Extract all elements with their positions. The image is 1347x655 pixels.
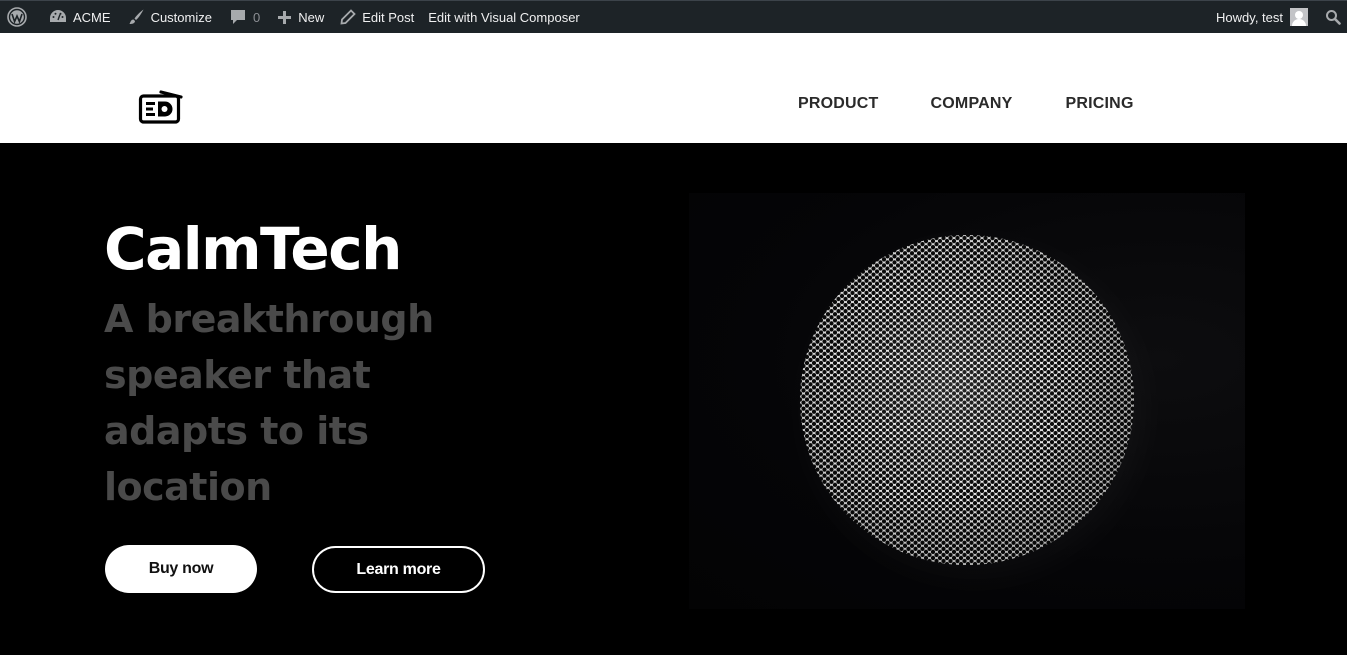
radio-logo-icon[interactable] xyxy=(137,86,183,126)
hero-section: CalmTech A breakthrough speaker that ada… xyxy=(0,143,1347,655)
dashboard-icon xyxy=(49,9,67,25)
learn-more-button[interactable]: Learn more xyxy=(312,546,485,593)
pencil-icon xyxy=(340,9,357,25)
user-avatar-icon xyxy=(1290,8,1308,26)
plus-icon xyxy=(277,10,292,25)
main-nav: PRODUCT COMPANY PRICING xyxy=(798,95,1134,113)
customize-label: Customize xyxy=(150,9,212,25)
hero-subtitle: A breakthrough speaker that adapts to it… xyxy=(104,297,434,509)
comment-icon xyxy=(229,8,247,26)
howdy-label: Howdy, test xyxy=(1216,9,1283,25)
search-icon xyxy=(1325,9,1341,25)
site-header: PRODUCT COMPANY PRICING xyxy=(0,33,1347,143)
comments-link[interactable]: 0 xyxy=(222,1,267,34)
brush-icon xyxy=(127,8,145,26)
speaker-image xyxy=(689,193,1245,609)
edit-post-link[interactable]: Edit Post xyxy=(333,1,421,34)
buy-now-button[interactable]: Buy now xyxy=(105,545,257,593)
speaker-grille xyxy=(800,235,1134,565)
new-label: New xyxy=(298,9,325,25)
comments-count: 0 xyxy=(252,9,261,25)
hero-title: CalmTech xyxy=(104,215,402,283)
nav-company[interactable]: COMPANY xyxy=(931,95,1013,113)
wp-logo-button[interactable] xyxy=(0,1,34,34)
site-name-menu[interactable]: ACME xyxy=(42,1,118,34)
nav-pricing[interactable]: PRICING xyxy=(1066,95,1134,113)
wordpress-icon xyxy=(7,7,27,27)
new-content-menu[interactable]: New xyxy=(270,1,331,34)
edit-visual-composer-label: Edit with Visual Composer xyxy=(428,9,580,25)
customize-link[interactable]: Customize xyxy=(120,1,219,34)
my-account-menu[interactable]: Howdy, test xyxy=(1209,1,1318,34)
edit-post-label: Edit Post xyxy=(362,9,415,25)
edit-visual-composer-link[interactable]: Edit with Visual Composer xyxy=(421,1,587,34)
nav-product[interactable]: PRODUCT xyxy=(798,95,879,113)
wp-admin-bar: ACME Customize 0 New Edit Post Edit with… xyxy=(0,0,1347,33)
search-button[interactable] xyxy=(1318,1,1347,34)
site-name-label: ACME xyxy=(73,9,111,25)
